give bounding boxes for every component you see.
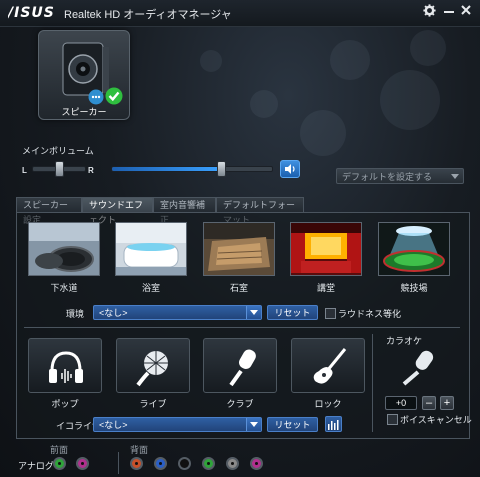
speaker-device-card[interactable]: スピーカー xyxy=(38,30,130,120)
environment-reset-button[interactable]: リセット xyxy=(267,305,318,320)
bokeh-decoration xyxy=(300,110,346,156)
volume-slider-thumb[interactable] xyxy=(216,161,226,177)
svg-text:/ISUS: /ISUS xyxy=(8,5,55,20)
env-auditorium-label: 講堂 xyxy=(316,283,335,293)
eq-rock-tile[interactable] xyxy=(291,338,365,393)
eq-pop-label: ポップ xyxy=(51,399,79,409)
balance-left-label: L xyxy=(22,166,27,175)
rear-jack-4[interactable] xyxy=(202,457,215,470)
karaoke-divider xyxy=(372,334,373,432)
graphic-eq-button[interactable] xyxy=(325,416,342,432)
equalizer-dropdown-value: <なし> xyxy=(99,420,128,430)
eq-club-tile[interactable] xyxy=(203,338,277,393)
section-divider xyxy=(24,327,460,328)
audio-manager-window: /ISUS Realtek HD オーディオマネージャ スピーカー メインボリュ… xyxy=(0,0,480,477)
loudness-label: ラウドネス等化 xyxy=(338,309,402,319)
bokeh-decoration xyxy=(200,50,222,72)
rear-jack-5[interactable] xyxy=(226,457,239,470)
bokeh-decoration xyxy=(250,90,278,118)
jack-divider xyxy=(118,452,119,474)
stone-room-icon xyxy=(204,223,274,275)
bokeh-decoration xyxy=(410,30,446,66)
stadium-icon xyxy=(379,223,449,275)
eq-pop-tile[interactable] xyxy=(28,338,102,393)
bokeh-decoration xyxy=(330,40,370,80)
balance-slider-thumb[interactable] xyxy=(55,161,64,177)
tab-room-correction[interactable]: 室内音響補正 xyxy=(153,197,216,225)
rear-jack-3[interactable] xyxy=(178,457,191,470)
analog-label: アナログ xyxy=(18,461,54,471)
microphone-icon xyxy=(229,349,256,387)
gear-icon[interactable] xyxy=(421,4,437,20)
equalizer-dropdown[interactable]: <なし> xyxy=(93,417,262,432)
loudness-checkbox[interactable] xyxy=(325,308,336,319)
karaoke-key-value: +0 xyxy=(385,396,417,410)
env-bathroom-tile[interactable] xyxy=(115,222,187,276)
equalizer-bars-icon xyxy=(328,420,339,430)
front-jack-1[interactable] xyxy=(53,457,66,470)
karaoke-label: カラオケ xyxy=(386,336,423,346)
equalizer-reset-button[interactable]: リセット xyxy=(267,417,318,432)
bokeh-decoration xyxy=(380,70,440,130)
mute-button[interactable] xyxy=(280,160,300,178)
check-icon xyxy=(105,87,123,105)
volume-slider-fill xyxy=(112,167,221,171)
tab-speaker-settings[interactable]: スピーカー設定 xyxy=(16,197,82,225)
env-stadium-label: 競技場 xyxy=(400,283,428,293)
rear-jacks-label: 背面 xyxy=(130,445,149,455)
bathroom-icon xyxy=(116,223,186,275)
environment-label: 環境 xyxy=(66,309,85,319)
eq-live-label: ライブ xyxy=(139,399,167,409)
main-volume-label: メインボリューム xyxy=(22,146,94,156)
chat-icon xyxy=(88,89,104,105)
title-bar: /ISUS Realtek HD オーディオマネージャ xyxy=(0,0,480,27)
env-sewer-label: 下水道 xyxy=(50,283,78,293)
env-auditorium-tile[interactable] xyxy=(290,222,362,276)
brand-logo: /ISUS xyxy=(6,4,60,24)
guitar-icon xyxy=(313,348,347,384)
karaoke-plus-button[interactable]: + xyxy=(440,396,454,410)
voice-cancel-label: ボイスキャンセル xyxy=(400,415,472,425)
env-sewer-tile[interactable] xyxy=(28,222,100,276)
headphones-icon xyxy=(49,351,83,383)
voice-cancel-checkbox[interactable] xyxy=(387,414,398,425)
minimize-icon[interactable] xyxy=(441,4,457,20)
eq-rock-label: ロック xyxy=(314,399,342,409)
close-icon[interactable] xyxy=(458,4,474,20)
front-jacks-label: 前面 xyxy=(50,445,69,455)
chevron-down-icon xyxy=(246,418,261,431)
balance-right-label: R xyxy=(88,166,94,175)
disco-ball-icon xyxy=(136,351,168,387)
sewer-icon xyxy=(29,223,99,275)
asus-logo: /ISUS xyxy=(6,5,55,21)
rear-jack-2[interactable] xyxy=(154,457,167,470)
set-default-label: デフォルトを設定する xyxy=(342,172,433,182)
eq-live-tile[interactable] xyxy=(116,338,190,393)
env-bathroom-label: 浴室 xyxy=(141,283,160,293)
speaker-volume-icon xyxy=(285,164,295,174)
front-jack-2[interactable] xyxy=(76,457,89,470)
tab-sound-effects[interactable]: サウンドエフェクト xyxy=(82,197,153,225)
volume-slider-track[interactable] xyxy=(111,166,273,172)
tab-default-format[interactable]: デフォルトフォーマット xyxy=(216,197,304,225)
rear-jack-1[interactable] xyxy=(130,457,143,470)
rear-jack-6[interactable] xyxy=(250,457,263,470)
speaker-label: スピーカー xyxy=(61,107,107,117)
karaoke-microphone-icon xyxy=(402,350,434,386)
chevron-down-icon xyxy=(246,306,261,319)
app-title: Realtek HD オーディオマネージャ xyxy=(64,9,232,21)
env-stone-room-label: 石室 xyxy=(229,283,248,293)
environment-dropdown[interactable]: <なし> xyxy=(93,305,262,320)
env-stadium-tile[interactable] xyxy=(378,222,450,276)
env-stone-room-tile[interactable] xyxy=(203,222,275,276)
eq-club-label: クラブ xyxy=(226,399,254,409)
set-default-dropdown[interactable]: デフォルトを設定する xyxy=(336,168,464,184)
auditorium-icon xyxy=(291,223,361,275)
karaoke-minus-button[interactable]: – xyxy=(422,396,436,410)
chevron-down-icon xyxy=(451,174,459,179)
environment-dropdown-value: <なし> xyxy=(99,308,128,318)
